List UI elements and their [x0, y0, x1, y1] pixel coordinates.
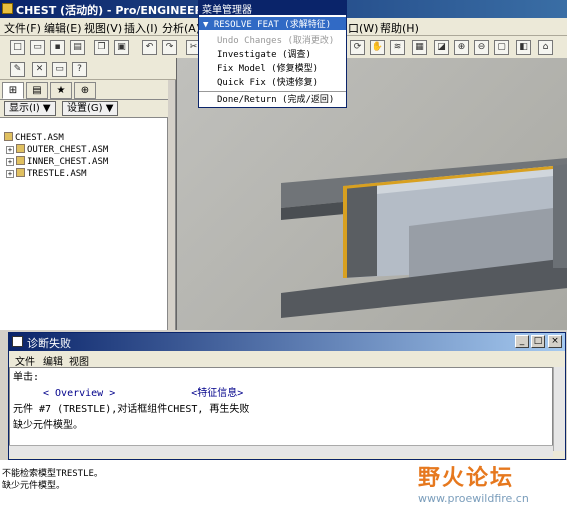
- assembly-icon: [16, 156, 25, 165]
- spin-icon[interactable]: ✋: [370, 40, 385, 55]
- diag-missing-line: 缺少元件模型。: [13, 420, 83, 431]
- close-window-icon[interactable]: ✕: [32, 62, 47, 77]
- diag-click-label: 单击:: [13, 372, 40, 383]
- layers-icon[interactable]: ≋: [390, 40, 405, 55]
- menu-done-return[interactable]: Done/Return (完成/返回): [199, 91, 346, 105]
- tree-item-outer-chest[interactable]: + OUTER_CHEST.ASM: [6, 144, 108, 156]
- navigator-buttonbar: 显示(I) ▼ 设置(G) ▼: [0, 100, 168, 118]
- overview-link[interactable]: < Overview >: [43, 388, 115, 399]
- expand-icon[interactable]: +: [6, 146, 14, 154]
- menu-manager: 菜单管理器 ▼ RESOLVE FEAT (求解特征) Undo Changes…: [198, 0, 347, 108]
- tab-folder-browser[interactable]: ▤: [26, 82, 48, 99]
- context-help-icon[interactable]: ?: [72, 62, 87, 77]
- tab-favorites[interactable]: ★: [50, 82, 72, 99]
- menu-manager-title: 菜单管理器: [199, 1, 346, 16]
- assembly-icon: [16, 144, 25, 153]
- assembly-icon: [16, 168, 25, 177]
- tree-item-label: OUTER_CHEST.ASM: [27, 145, 109, 155]
- watermark-url: www.proewildfire.cn: [418, 492, 529, 505]
- tab-connections[interactable]: ⊕: [74, 82, 96, 99]
- tree-item-label: TRESTLE.ASM: [27, 169, 87, 179]
- diagnostic-title: 诊断失败: [27, 337, 71, 350]
- expand-icon[interactable]: +: [6, 170, 14, 178]
- open-icon[interactable]: ▭: [30, 40, 45, 55]
- new-icon[interactable]: □: [10, 40, 25, 55]
- orient-icon[interactable]: ◪: [434, 40, 449, 55]
- menu-analysis[interactable]: 分析(A): [162, 20, 200, 36]
- feature-info-link[interactable]: <特征信息>: [191, 388, 243, 399]
- vertical-scrollbar[interactable]: [553, 367, 565, 451]
- window-icon: [12, 336, 23, 347]
- window-icon[interactable]: ▭: [52, 62, 67, 77]
- menu-quick-fix[interactable]: Quick Fix (快速修复): [199, 75, 346, 88]
- save-icon[interactable]: ▪: [50, 40, 65, 55]
- close-icon[interactable]: ×: [548, 335, 562, 348]
- watermark-logo-text: 野火论坛: [418, 466, 515, 491]
- diag-menu-edit[interactable]: 编辑: [43, 353, 63, 368]
- copy-icon[interactable]: ❐: [94, 40, 109, 55]
- panel-splitter[interactable]: [168, 80, 176, 330]
- show-dropdown[interactable]: 显示(I) ▼: [4, 101, 56, 116]
- tree-item-inner-chest[interactable]: + INNER_CHEST.ASM: [6, 156, 108, 168]
- expand-icon[interactable]: +: [6, 158, 14, 166]
- menu-insert[interactable]: 插入(I): [124, 20, 158, 36]
- menu-window[interactable]: 口(W): [348, 20, 378, 36]
- diag-menu-view[interactable]: 视图: [69, 353, 89, 368]
- menu-help[interactable]: 帮助(H): [380, 20, 419, 36]
- navigator-tabs: ⊞ ▤ ★ ⊕: [0, 80, 168, 100]
- diagnostic-titlebar: 诊断失败 _ □ ×: [9, 333, 565, 351]
- zoom-in-icon[interactable]: ⊕: [454, 40, 469, 55]
- horizontal-scrollbar[interactable]: [9, 445, 553, 457]
- view-manager-icon[interactable]: ▦: [412, 40, 427, 55]
- assembly-icon: [4, 132, 13, 141]
- window-title: CHEST (活动的) - Pro/ENGINEER: [16, 4, 203, 17]
- tab-model-tree[interactable]: ⊞: [2, 82, 24, 99]
- menu-investigate[interactable]: Investigate (调查): [199, 47, 346, 60]
- minimize-icon[interactable]: _: [515, 335, 529, 348]
- menu-undo-changes[interactable]: Undo Changes (取消更改): [199, 33, 346, 46]
- app-icon: [2, 3, 13, 14]
- tree-item-label: INNER_CHEST.ASM: [27, 157, 109, 167]
- diag-menu-file[interactable]: 文件: [15, 353, 35, 368]
- diagnostic-window: 诊断失败 _ □ × 文件 编辑 视图 单击: < Overview > <特征…: [8, 332, 566, 460]
- diagnostic-message: 单击: < Overview > <特征信息> 元件 #7 (TRESTLE),…: [9, 367, 553, 451]
- zoom-out-icon[interactable]: ⊖: [474, 40, 489, 55]
- menu-resolve-feat[interactable]: ▼ RESOLVE FEAT (求解特征): [199, 17, 346, 30]
- menu-edit[interactable]: 编辑(E): [44, 20, 82, 36]
- print-icon[interactable]: ▤: [70, 40, 85, 55]
- settings-dropdown[interactable]: 设置(G) ▼: [62, 101, 119, 116]
- tree-item-label: CHEST.ASM: [15, 133, 64, 143]
- paste-icon[interactable]: ▣: [114, 40, 129, 55]
- menu-file[interactable]: 文件(F): [4, 20, 41, 36]
- perspective-icon[interactable]: ⌂: [538, 40, 553, 55]
- tree-item-trestle[interactable]: + TRESTLE.ASM: [6, 168, 87, 180]
- menu-view[interactable]: 视图(V): [84, 20, 122, 36]
- status-message-2: 缺少元件模型。: [2, 481, 66, 491]
- undo-icon[interactable]: ↶: [142, 40, 157, 55]
- diagnostic-menubar: 文件 编辑 视图: [9, 351, 565, 368]
- shading-icon[interactable]: ◧: [516, 40, 531, 55]
- pencil-icon[interactable]: ✎: [10, 62, 25, 77]
- maximize-icon[interactable]: □: [531, 335, 545, 348]
- redo-icon[interactable]: ↷: [162, 40, 177, 55]
- menu-fix-model[interactable]: Fix Model (修复模型): [199, 61, 346, 74]
- refit-icon[interactable]: ▢: [494, 40, 509, 55]
- diag-failure-line: 元件 #7 (TRESTLE),对话框组件CHEST, 再生失败: [13, 404, 250, 415]
- tree-item-chest[interactable]: CHEST.ASM: [4, 132, 64, 144]
- regenerate-icon[interactable]: ⟳: [350, 40, 365, 55]
